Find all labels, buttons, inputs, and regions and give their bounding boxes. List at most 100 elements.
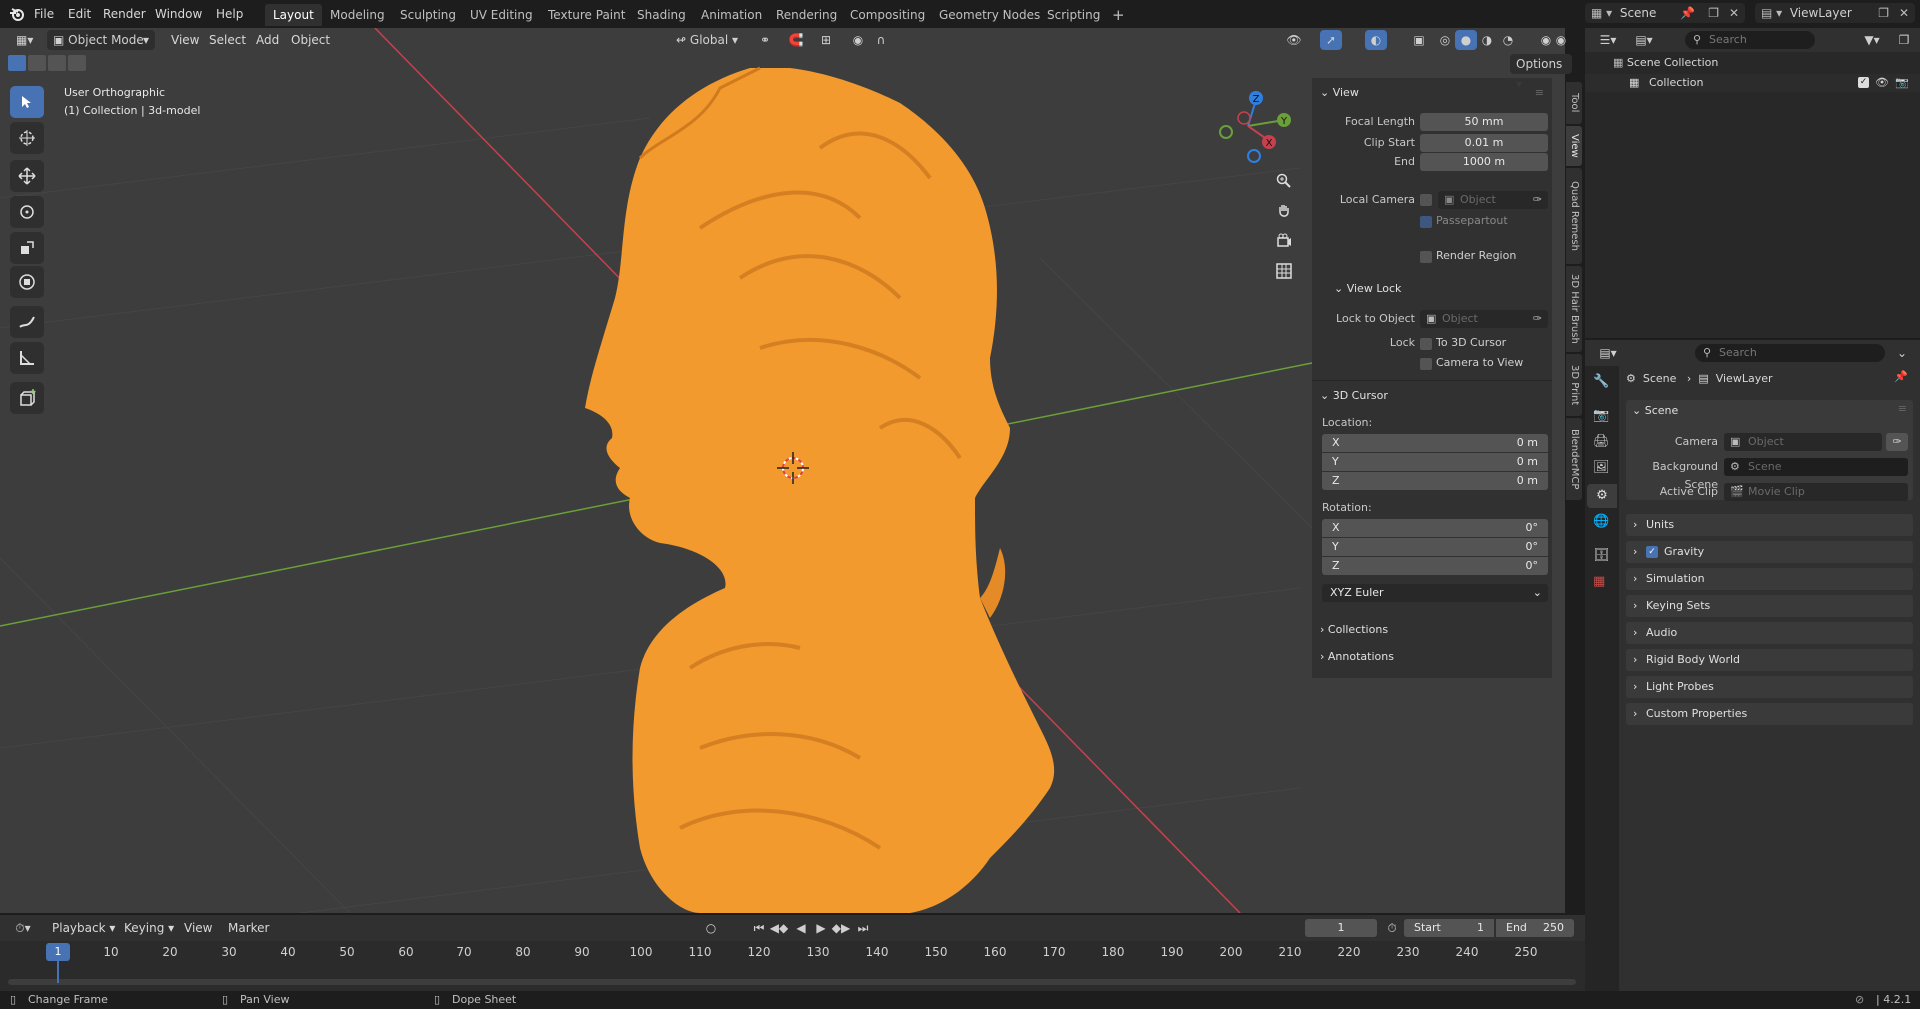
camera-to-view-checkbox[interactable]	[1420, 358, 1432, 370]
rendered-shading-icon[interactable]: ◔	[1497, 30, 1519, 50]
shading-options-icon[interactable]: ◉	[1556, 30, 1566, 50]
annotations-section-header[interactable]: › Annotations	[1320, 648, 1394, 666]
cursor-rot-z[interactable]: Z 0°	[1322, 557, 1548, 575]
timeline-menu-keying[interactable]: Keying ▾	[118, 918, 180, 938]
select-subtract-icon[interactable]	[48, 55, 66, 71]
cursor-rot-x[interactable]: X 0°	[1322, 519, 1548, 537]
outliner-search-input[interactable]: ⚲ Search	[1685, 31, 1815, 49]
texture-tab-icon[interactable]: ▦	[1593, 574, 1605, 589]
rotation-mode-select[interactable]: XYZ Euler ⌄	[1322, 584, 1548, 602]
tab-modeling[interactable]: Modeling	[322, 4, 393, 26]
scene-tab-icon[interactable]: ⚙	[1587, 484, 1617, 508]
render-tab-icon[interactable]: 📷	[1593, 408, 1609, 423]
tab-scripting[interactable]: Scripting	[1039, 4, 1108, 26]
timeline-menu-marker[interactable]: Marker	[222, 918, 275, 938]
filter-icon[interactable]: ▼▾	[1857, 30, 1887, 50]
tab-sculpting[interactable]: Sculpting	[392, 4, 464, 26]
world-tab-icon[interactable]: 🌐	[1593, 514, 1609, 529]
select-intersect-icon[interactable]	[68, 55, 86, 71]
measure-tool[interactable]	[10, 342, 44, 374]
start-frame-field[interactable]: Start 1	[1404, 919, 1494, 937]
tab-geometry-nodes[interactable]: Geometry Nodes	[931, 4, 1048, 26]
tab-rendering[interactable]: Rendering	[768, 4, 845, 26]
proportional-edit-icon[interactable]: ◉	[847, 30, 869, 50]
delete-scene-icon[interactable]: ✕	[1729, 3, 1739, 23]
material-shading-icon[interactable]: ◑	[1476, 30, 1498, 50]
cursor-loc-y[interactable]: Y 0 m	[1322, 453, 1548, 471]
scene-selector[interactable]: ▦ ▾ Scene 📌 ❐ ✕	[1585, 3, 1745, 23]
select-box-tool[interactable]	[10, 86, 44, 118]
gravity-checkbox[interactable]: ✓	[1646, 546, 1658, 558]
clip-end-field[interactable]: 1000 m	[1420, 153, 1548, 171]
select-new-icon[interactable]	[8, 55, 26, 71]
move-tool[interactable]	[10, 160, 44, 192]
rigid-body-world-section[interactable]: › Rigid Body World	[1626, 649, 1913, 671]
gizmo-toggle-icon[interactable]: ➚	[1320, 30, 1342, 50]
camera-view-icon[interactable]	[1270, 228, 1298, 254]
tab-layout[interactable]: Layout	[265, 4, 322, 26]
timeline-editor-type-icon[interactable]: ⏱▾	[8, 918, 38, 938]
menu-file[interactable]: File	[28, 4, 60, 24]
cursor-section-header[interactable]: ⌄ 3D Cursor	[1320, 387, 1388, 405]
tool-tab-icon[interactable]: 🔧	[1593, 374, 1609, 389]
simulation-section[interactable]: › Simulation	[1626, 568, 1913, 590]
chevron-down-icon[interactable]: ⌄	[1891, 343, 1913, 363]
collections-section-header[interactable]: › Collections	[1320, 621, 1388, 639]
camera-field[interactable]: ▣ Object	[1724, 433, 1882, 451]
gravity-section[interactable]: › ✓ Gravity	[1626, 541, 1913, 563]
scale-tool[interactable]	[10, 232, 44, 264]
vp-menu-add[interactable]: Add	[250, 30, 285, 50]
audio-section[interactable]: › Audio	[1626, 622, 1913, 644]
vp-menu-object[interactable]: Object	[285, 30, 336, 50]
side-tab-view[interactable]: View	[1566, 126, 1582, 166]
snap-icon[interactable]: 🧲	[785, 30, 807, 50]
current-frame-field[interactable]: 1	[1305, 919, 1377, 937]
new-viewlayer-icon[interactable]: ❐	[1878, 3, 1889, 23]
xray-icon[interactable]: ▣	[1408, 30, 1430, 50]
view-section-header[interactable]: ⌄ View	[1320, 84, 1359, 102]
timeline-scrollbar[interactable]	[8, 979, 1576, 985]
scene-collection-row[interactable]: ▦ Scene Collection	[1613, 54, 1718, 72]
collection-tab-icon[interactable]: 🗄	[1593, 548, 1610, 563]
side-tab-blendermcp[interactable]: BlenderMCP	[1566, 418, 1582, 500]
rotate-tool[interactable]	[10, 196, 44, 228]
cursor-tool[interactable]	[10, 122, 44, 154]
active-clip-field[interactable]: 🎬 Movie Clip	[1724, 483, 1908, 501]
transform-tool[interactable]	[10, 266, 44, 298]
wireframe-shading-icon[interactable]: ◎	[1434, 30, 1456, 50]
eyedropper-icon[interactable]: ✑	[1886, 433, 1908, 451]
pan-hand-icon[interactable]	[1270, 198, 1298, 224]
pivot-icon[interactable]: ⚭	[754, 30, 776, 50]
select-extend-icon[interactable]	[28, 55, 46, 71]
eyedropper-icon[interactable]: ✑	[1533, 310, 1542, 328]
side-tab-quad-remesh[interactable]: Quad Remesh	[1566, 168, 1582, 264]
local-camera-checkbox[interactable]	[1420, 194, 1432, 206]
passepartout-checkbox[interactable]	[1420, 216, 1432, 228]
render-region-checkbox[interactable]	[1420, 251, 1432, 263]
cursor-loc-x[interactable]: X 0 m	[1322, 434, 1548, 452]
transform-orientation[interactable]: ↫ Global ▾	[670, 30, 748, 50]
view-layer-tab-icon[interactable]: 🖼	[1593, 460, 1610, 475]
pin-icon[interactable]: 📌	[1680, 3, 1695, 23]
drag-handle-icon[interactable]: ≡	[1898, 402, 1907, 415]
new-scene-icon[interactable]: ❐	[1708, 3, 1719, 23]
snap-target-icon[interactable]: ⊞	[815, 30, 837, 50]
menu-help[interactable]: Help	[210, 4, 249, 24]
tab-uv-editing[interactable]: UV Editing	[462, 4, 541, 26]
outliner-editor-type-icon[interactable]: ☰▾	[1593, 30, 1623, 50]
eye-icon[interactable]: 👁	[1875, 74, 1889, 92]
new-collection-icon[interactable]: ❐	[1893, 30, 1915, 50]
menu-window[interactable]: Window	[149, 4, 208, 24]
menu-render[interactable]: Render	[97, 4, 152, 24]
output-tab-icon[interactable]: 🖨	[1593, 434, 1610, 449]
tab-texture-paint[interactable]: Texture Paint	[540, 4, 633, 26]
timeline-menu-view[interactable]: View	[178, 918, 218, 938]
editor-type-icon[interactable]: ▦▾	[10, 30, 40, 50]
background-scene-field[interactable]: ⚙ Scene	[1724, 458, 1908, 476]
local-camera-field[interactable]: Object ▣ ✑	[1438, 191, 1548, 209]
tab-animation[interactable]: Animation	[693, 4, 770, 26]
mode-selector[interactable]: ▣ Object Mode ▾	[47, 30, 155, 50]
focal-length-field[interactable]: 50 mm	[1420, 113, 1548, 131]
scene-section-header[interactable]: ⌄ Scene	[1632, 402, 1678, 420]
annotate-tool[interactable]	[10, 306, 44, 338]
